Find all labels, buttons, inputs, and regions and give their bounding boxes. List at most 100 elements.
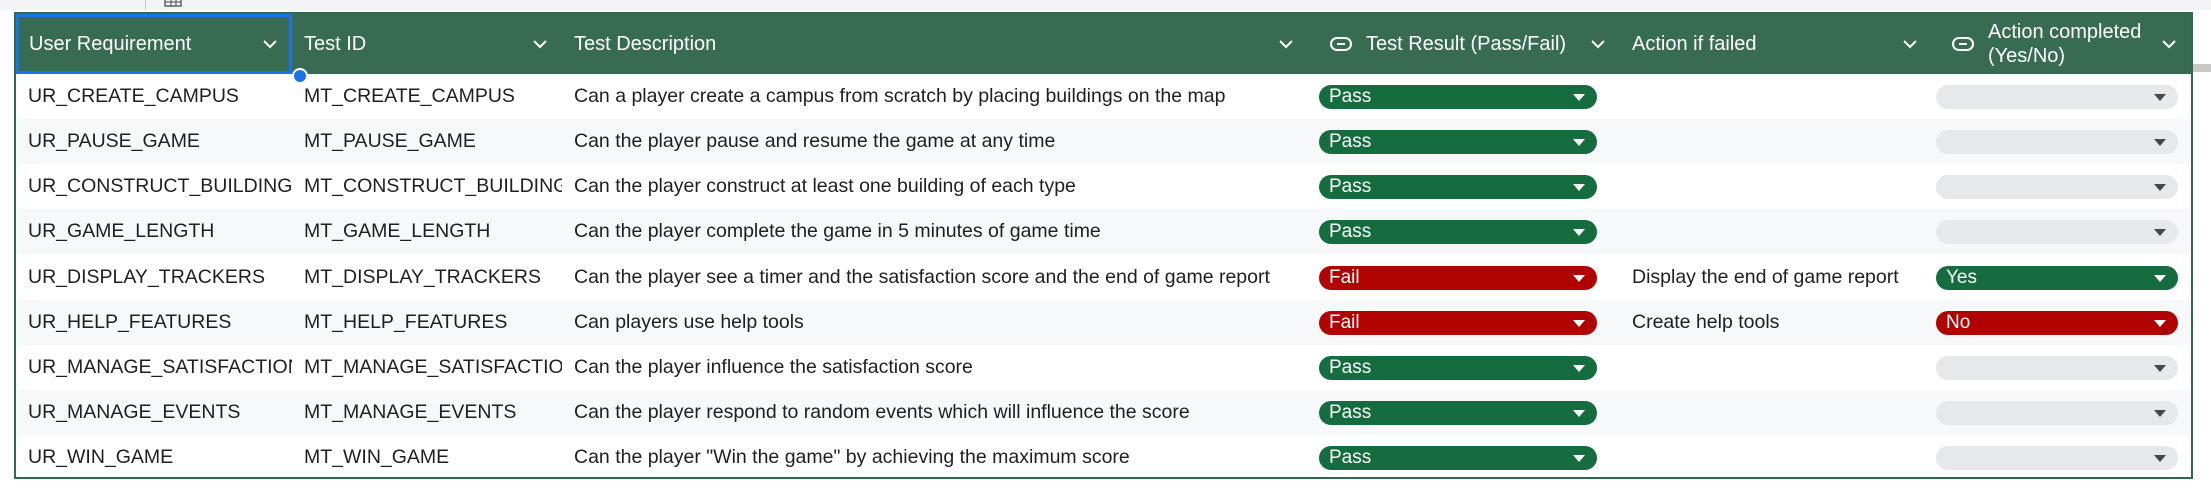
action-completed-dropdown[interactable] bbox=[1936, 356, 2178, 380]
cell-action-if-failed[interactable] bbox=[1620, 435, 1932, 480]
cell-user-requirement[interactable]: UR_MANAGE_EVENTS bbox=[16, 390, 292, 435]
test-result-dropdown[interactable]: Pass bbox=[1319, 220, 1597, 244]
column-label: Action completed (Yes/No) bbox=[1988, 21, 2142, 67]
table-grid-icon[interactable] bbox=[162, 0, 184, 8]
dropdown-arrow-icon bbox=[2154, 410, 2166, 417]
action-completed-dropdown[interactable]: Yes bbox=[1936, 266, 2178, 290]
test-result-dropdown[interactable]: Pass bbox=[1319, 356, 1597, 380]
cell-test-id[interactable]: MT_HELP_FEATURES bbox=[292, 300, 562, 345]
table-row: UR_MANAGE_EVENTS MT_MANAGE_EVENTS Can the … bbox=[16, 390, 2191, 435]
cell-action-if-failed[interactable] bbox=[1620, 345, 1932, 390]
cell-action-if-failed[interactable]: Display the end of game report bbox=[1620, 255, 1932, 300]
action-completed-dropdown[interactable] bbox=[1936, 175, 2178, 199]
cell-test-description[interactable]: Can the player influence the satisfactio… bbox=[562, 345, 1308, 390]
cell-test-id[interactable]: MT_MANAGE_SATISFACTION bbox=[292, 345, 562, 390]
test-result-dropdown[interactable]: Pass bbox=[1319, 446, 1597, 470]
dropdown-arrow-icon bbox=[1573, 320, 1585, 327]
dropdown-arrow-icon bbox=[1573, 229, 1585, 236]
test-result-dropdown[interactable]: Pass bbox=[1319, 401, 1597, 425]
cell-action-if-failed[interactable] bbox=[1620, 74, 1932, 119]
chevron-down-icon[interactable] bbox=[1276, 34, 1296, 54]
test-result-dropdown[interactable]: Pass bbox=[1319, 85, 1597, 109]
dropdown-value: Pass bbox=[1329, 402, 1372, 423]
dropdown-value: Pass bbox=[1329, 357, 1372, 378]
sheet-top-strip bbox=[0, 0, 2211, 10]
cell-action-if-failed[interactable] bbox=[1620, 209, 1932, 254]
header-test-id[interactable]: Test ID bbox=[292, 14, 562, 74]
cell-test-description[interactable]: Can the player complete the game in 5 mi… bbox=[562, 209, 1308, 254]
cell-test-description[interactable]: Can players use help tools bbox=[562, 300, 1308, 345]
action-completed-dropdown[interactable] bbox=[1936, 446, 2178, 470]
cell-test-id[interactable]: MT_WIN_GAME bbox=[292, 435, 562, 480]
dropdown-value: Pass bbox=[1329, 176, 1372, 197]
test-result-dropdown[interactable]: Fail bbox=[1319, 266, 1597, 290]
dropdown-arrow-icon bbox=[2154, 94, 2166, 101]
dropdown-value: No bbox=[1946, 312, 1971, 333]
dropdown-arrow-icon bbox=[1573, 94, 1585, 101]
test-result-dropdown[interactable]: Fail bbox=[1319, 311, 1597, 335]
table-row: UR_GAME_LENGTH MT_GAME_LENGTH Can the play… bbox=[16, 209, 2191, 254]
chevron-down-icon[interactable] bbox=[260, 34, 280, 54]
table-row: UR_PAUSE_GAME MT_PAUSE_GAME Can the player… bbox=[16, 119, 2191, 164]
header-action-if-failed[interactable]: Action if failed bbox=[1620, 14, 1932, 74]
cell-test-description[interactable]: Can a player create a campus from scratc… bbox=[562, 74, 1308, 119]
dropdown-value: Yes bbox=[1946, 267, 1977, 288]
cell-user-requirement[interactable]: UR_MANAGE_SATISFACTION bbox=[16, 345, 292, 390]
cell-test-description[interactable]: Can the player pause and resume the game… bbox=[562, 119, 1308, 164]
cell-user-requirement[interactable]: UR_CONSTRUCT_BUILDINGS bbox=[16, 164, 292, 209]
cell-test-description[interactable]: Can the player see a timer and the satis… bbox=[562, 255, 1308, 300]
cell-test-id[interactable]: MT_CREATE_CAMPUS bbox=[292, 74, 562, 119]
dropdown-chip-icon bbox=[1952, 37, 1974, 51]
cell-test-id[interactable]: MT_MANAGE_EVENTS bbox=[292, 390, 562, 435]
column-label: Test Result (Pass/Fail) bbox=[1366, 33, 1567, 55]
dropdown-arrow-icon bbox=[1573, 455, 1585, 462]
table-row: UR_MANAGE_SATISFACTION MT_MANAGE_SATISFAC… bbox=[16, 345, 2191, 390]
chevron-down-icon[interactable] bbox=[530, 34, 550, 54]
header-test-result[interactable]: Test Result (Pass/Fail) bbox=[1308, 14, 1620, 74]
cell-user-requirement[interactable]: UR_DISPLAY_TRACKERS bbox=[16, 255, 292, 300]
cell-test-id[interactable]: MT_GAME_LENGTH bbox=[292, 209, 562, 254]
dropdown-value: Fail bbox=[1329, 312, 1360, 333]
tab-divider bbox=[145, 0, 146, 10]
table-row: UR_CREATE_CAMPUS MT_CREATE_CAMPUS Can a pl… bbox=[16, 74, 2191, 119]
action-completed-dropdown[interactable] bbox=[1936, 130, 2178, 154]
column-label: Test Description bbox=[574, 33, 717, 55]
action-completed-dropdown[interactable] bbox=[1936, 85, 2178, 109]
dropdown-value: Pass bbox=[1329, 131, 1372, 152]
cell-test-description[interactable]: Can the player "Win the game" by achievi… bbox=[562, 435, 1308, 480]
test-result-dropdown[interactable]: Pass bbox=[1319, 130, 1597, 154]
header-user-requirement[interactable]: User Requirement bbox=[16, 14, 292, 74]
cell-user-requirement[interactable]: UR_CREATE_CAMPUS bbox=[16, 74, 292, 119]
cell-action-if-failed[interactable] bbox=[1620, 164, 1932, 209]
header-action-completed[interactable]: Action completed (Yes/No) bbox=[1932, 14, 2191, 74]
cell-user-requirement[interactable]: UR_PAUSE_GAME bbox=[16, 119, 292, 164]
dropdown-arrow-icon bbox=[2154, 184, 2166, 191]
cell-user-requirement[interactable]: UR_GAME_LENGTH bbox=[16, 209, 292, 254]
action-completed-dropdown[interactable] bbox=[1936, 401, 2178, 425]
dropdown-arrow-icon bbox=[2154, 365, 2166, 372]
cell-test-description[interactable]: Can the player construct at least one bu… bbox=[562, 164, 1308, 209]
dropdown-chip-icon bbox=[1330, 37, 1352, 51]
chevron-down-icon[interactable] bbox=[1900, 34, 1920, 54]
cell-test-id[interactable]: MT_CONSTRUCT_BUILDINGS bbox=[292, 164, 562, 209]
cell-user-requirement[interactable]: UR_HELP_FEATURES bbox=[16, 300, 292, 345]
test-result-dropdown[interactable]: Pass bbox=[1319, 175, 1597, 199]
dropdown-arrow-icon bbox=[1573, 184, 1585, 191]
cell-test-id[interactable]: MT_PAUSE_GAME bbox=[292, 119, 562, 164]
cell-user-requirement[interactable]: UR_WIN_GAME bbox=[16, 435, 292, 480]
cell-action-if-failed[interactable] bbox=[1620, 390, 1932, 435]
cell-test-id[interactable]: MT_DISPLAY_TRACKERS bbox=[292, 255, 562, 300]
dropdown-arrow-icon bbox=[2154, 455, 2166, 462]
chevron-down-icon[interactable] bbox=[2159, 34, 2179, 54]
dropdown-value: Pass bbox=[1329, 221, 1372, 242]
table-header-row: User Requirement Test ID Test Descriptio… bbox=[16, 14, 2191, 74]
cell-action-if-failed[interactable] bbox=[1620, 119, 1932, 164]
chevron-down-icon[interactable] bbox=[1588, 34, 1608, 54]
header-test-description[interactable]: Test Description bbox=[562, 14, 1308, 74]
cell-action-if-failed[interactable]: Create help tools bbox=[1620, 300, 1932, 345]
dropdown-arrow-icon bbox=[1573, 139, 1585, 146]
action-completed-dropdown[interactable]: No bbox=[1936, 311, 2178, 335]
cell-test-description[interactable]: Can the player respond to random events … bbox=[562, 390, 1308, 435]
action-completed-dropdown[interactable] bbox=[1936, 220, 2178, 244]
dropdown-arrow-icon bbox=[2154, 320, 2166, 327]
